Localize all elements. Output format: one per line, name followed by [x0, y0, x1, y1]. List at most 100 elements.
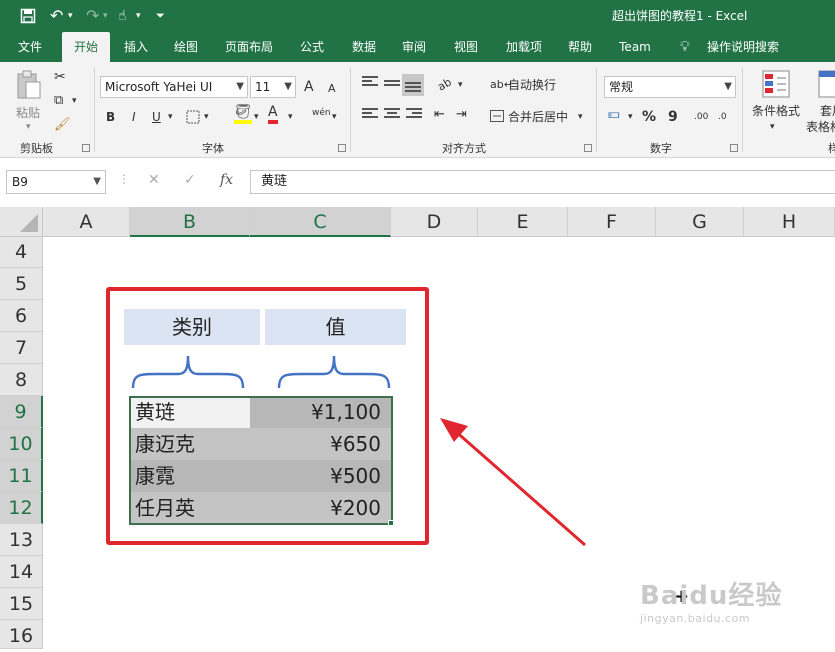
font-color-icon[interactable]: A: [268, 104, 278, 124]
tab-insert[interactable]: 插入: [116, 32, 156, 62]
fill-color-dropdown-icon[interactable]: ▾: [254, 108, 259, 126]
merge-center-button[interactable]: 合并后居中: [508, 108, 568, 126]
format-as-table-button-line2[interactable]: 表格格: [806, 118, 835, 136]
decrease-decimal-button[interactable]: .0: [718, 108, 727, 126]
orientation-button[interactable]: ab: [434, 74, 455, 96]
paste-dropdown-icon[interactable]: ▾: [26, 118, 31, 136]
row-header-6[interactable]: 6: [0, 300, 43, 332]
merge-dropdown-icon[interactable]: ▾: [578, 108, 583, 126]
font-color-dropdown-icon[interactable]: ▾: [288, 108, 293, 126]
underline-dropdown-icon[interactable]: ▾: [168, 108, 173, 126]
phonetic-dropdown-icon[interactable]: ▾: [332, 108, 337, 126]
chevron-down-icon[interactable]: ▼: [284, 77, 292, 97]
tab-formulas[interactable]: 公式: [292, 32, 332, 62]
italic-button[interactable]: I: [132, 108, 136, 126]
borders-dropdown-icon[interactable]: ▾: [204, 108, 209, 126]
touch-mode-icon[interactable]: ☝: [118, 7, 127, 25]
tab-addins[interactable]: 加载项: [498, 32, 550, 62]
column-header-e[interactable]: E: [478, 207, 568, 237]
increase-decimal-button[interactable]: .00: [694, 108, 708, 126]
chevron-down-icon[interactable]: ▼: [724, 77, 732, 97]
font-name-select[interactable]: Microsoft YaHei UI ▼: [100, 76, 248, 98]
row-header-7[interactable]: 7: [0, 332, 43, 364]
increase-indent-icon[interactable]: ⇥: [456, 106, 467, 124]
align-right-icon[interactable]: [406, 108, 422, 122]
row-header-16[interactable]: 16: [0, 620, 43, 649]
customize-qat-icon[interactable]: ⏷: [156, 7, 165, 25]
align-left-icon[interactable]: [362, 108, 378, 122]
row-header-13[interactable]: 13: [0, 524, 43, 556]
tab-draw[interactable]: 绘图: [166, 32, 206, 62]
format-painter-icon[interactable]: 🖌︎: [54, 116, 71, 134]
wrap-text-button[interactable]: 自动换行: [508, 76, 556, 94]
decrease-indent-icon[interactable]: ⇤: [434, 106, 445, 124]
row-header-8[interactable]: 8: [0, 364, 43, 396]
chevron-down-icon[interactable]: ▼: [93, 171, 101, 193]
touch-dropdown-icon[interactable]: ▾: [136, 7, 141, 25]
chevron-down-icon[interactable]: ▼: [236, 77, 244, 97]
cancel-icon[interactable]: ✕: [148, 172, 160, 188]
column-header-d[interactable]: D: [391, 207, 478, 237]
bottom-align-icon[interactable]: [402, 74, 424, 96]
font-size-select[interactable]: 11 ▼: [250, 76, 296, 98]
insert-function-icon[interactable]: fx: [220, 172, 233, 188]
fill-color-icon[interactable]: 🪣︎: [234, 104, 252, 124]
accounting-format-icon[interactable]: 💵︎: [608, 106, 620, 124]
redo-icon[interactable]: ↷: [86, 7, 99, 25]
undo-dropdown-icon[interactable]: ▾: [68, 7, 73, 25]
tab-team[interactable]: Team: [612, 32, 658, 62]
row-header-4[interactable]: 4: [0, 237, 43, 268]
clipboard-launcher-icon[interactable]: [82, 144, 90, 152]
column-header-b[interactable]: B: [130, 207, 250, 237]
column-header-h[interactable]: H: [744, 207, 835, 237]
column-header-c[interactable]: C: [250, 207, 391, 237]
underline-button[interactable]: U: [152, 108, 161, 126]
conditional-format-dropdown-icon[interactable]: ▾: [770, 118, 775, 136]
tab-review[interactable]: 审阅: [394, 32, 434, 62]
conditional-format-button[interactable]: 条件格式: [752, 102, 800, 120]
save-icon[interactable]: [20, 8, 36, 24]
tab-help[interactable]: 帮助: [560, 32, 600, 62]
tab-view[interactable]: 视图: [446, 32, 486, 62]
top-align-icon[interactable]: [362, 76, 378, 90]
tab-page-layout[interactable]: 页面布局: [218, 32, 280, 62]
phonetic-guide-button[interactable]: wén: [312, 104, 331, 122]
column-header-a[interactable]: A: [43, 207, 130, 237]
font-launcher-icon[interactable]: [338, 144, 346, 152]
alignment-launcher-icon[interactable]: [584, 144, 592, 152]
tab-data[interactable]: 数据: [344, 32, 384, 62]
middle-align-icon[interactable]: [384, 80, 400, 94]
copy-dropdown-icon[interactable]: ▾: [72, 92, 77, 110]
tab-file[interactable]: 文件: [8, 32, 52, 62]
row-header-5[interactable]: 5: [0, 268, 43, 300]
row-header-14[interactable]: 14: [0, 556, 43, 588]
shrink-font-button[interactable]: A: [328, 80, 336, 98]
comma-style-button[interactable]: 9: [668, 108, 678, 126]
name-box[interactable]: B9 ▼: [6, 170, 106, 194]
percent-style-button[interactable]: %: [642, 108, 656, 126]
enter-icon[interactable]: ✓: [184, 172, 196, 188]
tab-home[interactable]: 开始: [62, 32, 110, 62]
accounting-dropdown-icon[interactable]: ▾: [628, 108, 633, 126]
orientation-dropdown-icon[interactable]: ▾: [458, 76, 463, 94]
number-launcher-icon[interactable]: [730, 144, 738, 152]
column-header-g[interactable]: G: [656, 207, 744, 237]
align-center-icon[interactable]: [384, 108, 400, 122]
cut-icon[interactable]: ✂: [54, 68, 66, 86]
formula-input[interactable]: 黄琏: [250, 170, 835, 194]
borders-icon[interactable]: [186, 110, 200, 124]
merge-center-icon[interactable]: [490, 110, 504, 122]
conditional-format-icon[interactable]: [762, 70, 790, 98]
column-header-f[interactable]: F: [568, 207, 656, 237]
format-as-table-icon[interactable]: [818, 70, 835, 98]
number-format-select[interactable]: 常规 ▼: [604, 76, 736, 98]
select-all-corner[interactable]: [0, 207, 43, 237]
undo-icon[interactable]: ↶: [50, 7, 63, 25]
copy-icon[interactable]: ⧉: [54, 92, 63, 110]
bold-button[interactable]: B: [106, 108, 115, 126]
paste-icon[interactable]: [16, 70, 42, 100]
grow-font-button[interactable]: A: [304, 78, 314, 96]
tell-me-search[interactable]: 操作说明搜索: [700, 32, 786, 62]
redo-dropdown-icon[interactable]: ▾: [103, 7, 108, 25]
row-header-15[interactable]: 15: [0, 588, 43, 620]
